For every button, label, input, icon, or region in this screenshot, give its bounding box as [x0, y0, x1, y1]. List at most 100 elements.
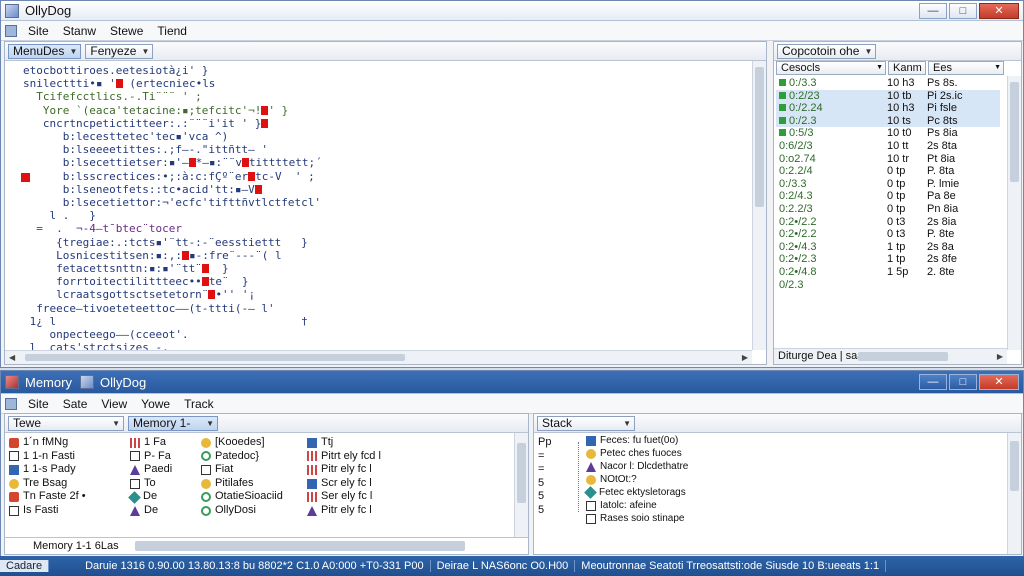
menu-item-stanw[interactable]: Stanw: [56, 24, 103, 38]
list-item[interactable]: Is Fasti: [9, 504, 86, 518]
stack-entry[interactable]: Rases soio stinape: [586, 512, 688, 525]
list-item[interactable]: OllyDosi: [201, 504, 283, 518]
register-horizontal-scrollbar[interactable]: Diturge Dea | saa ▶: [774, 348, 1007, 364]
scroll-right-icon[interactable]: ▶: [997, 352, 1003, 361]
list-item[interactable]: Pitrt ely fcd l: [307, 450, 381, 464]
table-row[interactable]: 0:2•/4.8 1 5p 2. 8te: [776, 266, 1000, 279]
code-line[interactable]: Yore `(eaca'tetacine:▪;tefcitc'¬! ' }: [23, 104, 322, 117]
table-row[interactable]: 0:2.2/3 0 tp Pn 8ia: [776, 203, 1000, 216]
menu-item-sate[interactable]: Sate: [56, 397, 95, 411]
table-row[interactable]: 0:/2.3 10 ts Pc 8ts: [776, 114, 1000, 128]
minimize-button[interactable]: —: [919, 2, 947, 19]
stack-entry[interactable]: Fetec ektysletorags: [584, 486, 688, 499]
breakpoint-icon[interactable]: [208, 290, 216, 300]
code-line[interactable]: = . ¬-4–t¯btec¨tocer: [23, 222, 322, 235]
breakpoint-icon[interactable]: [201, 277, 209, 287]
stack-entry[interactable]: Nacor l: Dlcdethatre: [586, 460, 688, 473]
menu-item-tiend[interactable]: Tiend: [150, 24, 194, 38]
table-row[interactable]: 0:/3.3 10 h3 Ps 8s.: [776, 77, 1000, 90]
table-row[interactable]: 0:2/4.3 0 tp Pa 8e: [776, 190, 1000, 203]
code-line[interactable]: fetacettsnttn:▪:▪'¨tt¨ }: [23, 262, 322, 275]
table-row[interactable]: 0:/3.3 0 tp P. lmie: [776, 178, 1000, 191]
memory-region-dropdown[interactable]: Memory 1- ▼: [128, 415, 218, 431]
code-line[interactable]: b:lseeeetittes:.;f–-."ittñtt– ': [23, 143, 322, 156]
code-line[interactable]: b:lecesttetec'tec▪'vca ^): [23, 130, 322, 143]
stack-vertical-scrollbar[interactable]: [1007, 433, 1021, 554]
stack-entry[interactable]: NOtOt:?: [586, 473, 688, 486]
breakpoint-icon[interactable]: [201, 264, 209, 274]
memory-minimize-button[interactable]: —: [919, 374, 947, 390]
table-row[interactable]: 0:2/23 10 tb Pi 2s.ic: [776, 89, 1000, 103]
menu-item-track[interactable]: Track: [177, 397, 221, 411]
menu-item-view[interactable]: View: [94, 397, 134, 411]
table-row[interactable]: 0/2.3: [776, 279, 1000, 292]
code-line[interactable]: b:lsecettietser:▪'– *–▪:¨¨v tittttett;´: [23, 156, 322, 169]
disassembly-listing[interactable]: etocbottiroes.eetesiotà¿i' } snilecttti•▪…: [23, 64, 322, 354]
breakpoint-icon[interactable]: [254, 184, 262, 194]
scroll-left-icon[interactable]: ◀: [9, 353, 15, 362]
list-item[interactable]: De: [128, 490, 172, 504]
list-item[interactable]: De: [130, 504, 172, 518]
memory-horizontal-scroll-thumb[interactable]: [135, 541, 465, 551]
list-item[interactable]: 1 1-s Pady: [9, 463, 86, 477]
list-item[interactable]: Ttj: [307, 436, 381, 450]
code-horizontal-scrollbar[interactable]: ◀ ▶: [5, 350, 752, 364]
code-line[interactable]: etocbottiroes.eetesiotà¿i' }: [23, 64, 322, 77]
table-row[interactable]: 0:o2.74 10 tr Pt 8ia: [776, 153, 1000, 166]
list-item[interactable]: To: [130, 477, 172, 491]
table-row[interactable]: 0:2•/2.2 0 t3 P. 8te: [776, 228, 1000, 241]
list-item[interactable]: 1´n fMNg: [9, 436, 86, 450]
list-item[interactable]: Pitr ely fc l: [307, 504, 381, 518]
table-row[interactable]: 0:/2.24 10 h3 Pi fsle: [776, 102, 1000, 115]
list-item[interactable]: Tn Faste 2f •: [9, 490, 86, 504]
table-row[interactable]: 0:2.2/4 0 tp P. 8ta: [776, 165, 1000, 178]
list-item[interactable]: Scr ely fc l: [307, 477, 381, 491]
stack-entry[interactable]: Iatolc: afeine: [586, 499, 688, 512]
list-item[interactable]: Pitilafes: [201, 477, 283, 491]
code-line[interactable]: Losnicestitsen:▪:,: ▪-:fre¨---¨( l: [23, 249, 322, 262]
code-line[interactable]: snilecttti•▪ ' (ertecniec•ls: [23, 77, 322, 90]
list-item[interactable]: OtatieSioaciid: [201, 490, 283, 504]
scroll-right-icon[interactable]: ▶: [742, 353, 748, 362]
list-item[interactable]: 1 Fa: [130, 436, 172, 450]
breakpoint-icon[interactable]: [241, 158, 249, 168]
memory-maximize-button[interactable]: □: [949, 374, 977, 390]
menu-item-site[interactable]: Site: [21, 397, 56, 411]
list-item[interactable]: P- Fa: [130, 450, 172, 464]
code-filter-dropdown[interactable]: Fenyeze ▼: [85, 43, 154, 59]
code-vertical-scrollbar[interactable]: [752, 61, 766, 350]
code-line[interactable]: b:lsscrectices:•;:à:c:fÇº¨er tc-V ' ;: [23, 170, 322, 183]
code-line[interactable]: forrtoitectilittteec•• te¨ }: [23, 275, 322, 288]
list-item[interactable]: Paedi: [130, 463, 172, 477]
menu-item-stewe[interactable]: Stewe: [103, 24, 150, 38]
code-line[interactable]: b:lsecetiettor:¬'ecfc'tifttñvtlctfetcl': [23, 196, 322, 209]
table-row[interactable]: 0:2•/4.3 1 tp 2s 8a: [776, 241, 1000, 254]
register-view-dropdown[interactable]: Copcotoin ohe ▼: [777, 43, 877, 59]
register-vertical-scrollbar[interactable]: [1007, 76, 1021, 350]
maximize-button[interactable]: □: [949, 2, 977, 19]
list-item[interactable]: [Kooedes]: [201, 436, 283, 450]
column-header-kanm[interactable]: Kanm: [888, 61, 926, 75]
table-row[interactable]: 0:2•/2.3 1 tp 2s 8fe: [776, 253, 1000, 266]
breakpoint-icon[interactable]: [188, 158, 196, 168]
memory-vertical-scrollbar[interactable]: [514, 433, 528, 554]
code-line[interactable]: lcraatsgottsctsetetorn¨ •'' '¡: [23, 288, 322, 301]
stack-entry[interactable]: Petec ches fuoces: [586, 447, 688, 460]
code-line[interactable]: freece–tivoeteteettoc––(t-ttti(-– l': [23, 302, 322, 315]
code-line[interactable]: cncrtncpetictitteer:.:¨¨¨i'it ' }: [23, 117, 322, 130]
list-item[interactable]: Fiat: [201, 463, 283, 477]
code-line[interactable]: onpecteego––(cceeot'.: [23, 328, 322, 341]
list-item[interactable]: Ser ely fc l: [307, 490, 381, 504]
table-row[interactable]: 0:2•/2.2 0 t3 2s 8ia: [776, 216, 1000, 229]
breakpoint-icon[interactable]: [181, 250, 189, 260]
stack-entry[interactable]: Feces: fu fuet(0o): [586, 434, 688, 447]
memory-close-button[interactable]: ✕: [979, 374, 1019, 390]
code-line[interactable]: b:lseneotfets::tc•acid'tt:▪–V: [23, 183, 322, 196]
code-line[interactable]: {tregiae:.:tcts▪'¨tt-:-¨eesstiettt }: [23, 236, 322, 249]
code-line[interactable]: 1¿ l †: [23, 315, 322, 328]
menu-item-site[interactable]: Site: [21, 24, 56, 38]
column-header-ees[interactable]: Ees ▼: [928, 61, 1004, 75]
list-item[interactable]: Pitr ely fc l: [307, 463, 381, 477]
table-row[interactable]: 0:6/2/3 10 tt 2s 8ta: [776, 140, 1000, 153]
list-item[interactable]: Patedoc}: [201, 450, 283, 464]
